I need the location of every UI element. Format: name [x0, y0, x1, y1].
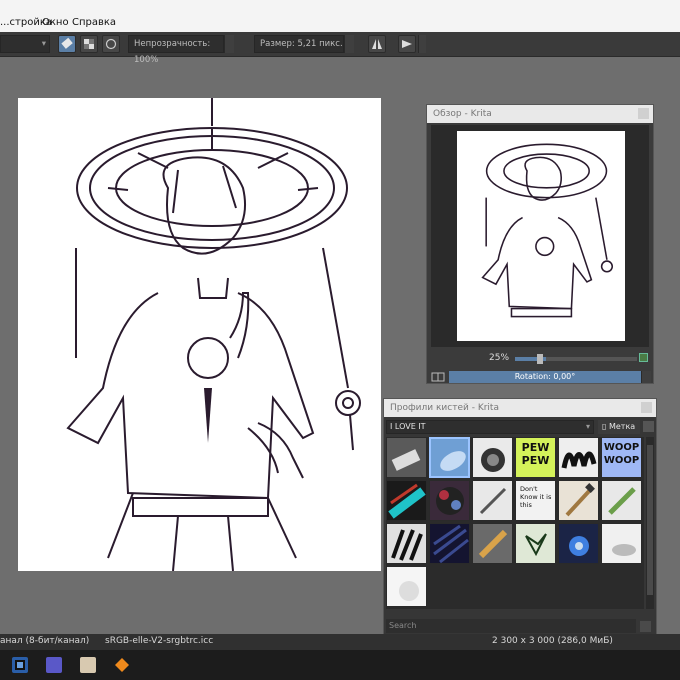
overview-thumbnail: [457, 131, 625, 341]
preset-eraser[interactable]: [386, 437, 427, 478]
preset-texture-blot[interactable]: [429, 480, 470, 521]
preset-green-marker[interactable]: [601, 480, 642, 521]
mirror-icon: [372, 39, 382, 49]
eraser-icon: [61, 37, 73, 49]
tag-select[interactable]: I LOVE IT ▾: [386, 420, 594, 434]
preset-handwritten-text: Don't Know it is this: [520, 485, 552, 509]
mirror-horizontal-button[interactable]: [368, 35, 386, 53]
mirror-view-icon[interactable]: [431, 371, 445, 383]
teams-icon[interactable]: [46, 657, 62, 673]
preset-dark-strokes[interactable]: [386, 523, 427, 564]
preset-basic-fill-selected[interactable]: [429, 437, 470, 478]
menubar: ...стройка Окно Справка: [0, 0, 680, 32]
save-icon[interactable]: [640, 621, 651, 632]
preset-grid: PEW PEW WOOP WOOP Don't Know it is this: [386, 437, 644, 609]
color-profile-info: sRGB-elle-V2-srgbtrc.icc: [105, 636, 214, 646]
tool-options-bar: ▾ Непрозрачность: 100% Размер: 5,21 пикс…: [0, 32, 680, 65]
mirror-options-dropdown[interactable]: [418, 35, 426, 53]
preset-teal-stroke[interactable]: [386, 480, 427, 521]
preset-handwritten[interactable]: Don't Know it is this: [515, 480, 556, 521]
preset-blue-glow[interactable]: [558, 523, 599, 564]
overview-thumbnail-art: [481, 143, 614, 318]
opacity-spinner[interactable]: [224, 35, 234, 53]
preset-pew-pew-text: PEW PEW: [521, 441, 550, 467]
tag-button-label: Метка: [608, 422, 636, 431]
preset-search-placeholder: Search: [389, 621, 417, 630]
preset-search-input[interactable]: Search: [386, 619, 636, 633]
image-size-info: 2 300 x 3 000 (286,0 МиБ): [492, 636, 613, 646]
size-label: Размер: 5,21 пикс.: [260, 39, 343, 49]
rotation-label: Rotation: 0,00°: [514, 372, 576, 381]
overview-title-text: Обзор - Krita: [433, 109, 492, 119]
view-menu-icon[interactable]: [643, 421, 654, 432]
brushes-title: Профили кистей - Krita: [384, 399, 656, 417]
preset-green-check[interactable]: [515, 523, 556, 564]
preserve-alpha-button[interactable]: [80, 35, 98, 53]
chevron-down-icon: ▾: [585, 422, 590, 431]
preset-pew-pew[interactable]: PEW PEW: [515, 437, 556, 478]
opacity-label: Непрозрачность: 100%: [134, 39, 211, 65]
preset-brush-tool[interactable]: [558, 480, 599, 521]
overview-docker: Обзор - Krita 25% Rotation: 0,00°: [426, 104, 654, 384]
mirror-vertical-icon: [402, 40, 412, 48]
tag-icon: ▯: [602, 422, 607, 431]
chevron-down-icon: ▾: [41, 39, 46, 49]
preset-ink-scribble[interactable]: [558, 437, 599, 478]
zoom-slider[interactable]: [515, 354, 637, 364]
taskbar: [0, 650, 680, 680]
preset-airbrush[interactable]: [472, 437, 513, 478]
brush-blend-mode-select[interactable]: ▾: [0, 35, 50, 53]
preset-pencil[interactable]: [472, 480, 513, 521]
preset-scrollbar-thumb[interactable]: [647, 445, 653, 595]
drawing-canvas[interactable]: [18, 98, 381, 572]
menu-help[interactable]: Справка: [72, 17, 116, 28]
checker-icon: [84, 39, 94, 49]
rotation-slider[interactable]: Rotation: 0,00°: [449, 371, 641, 383]
overview-viewport[interactable]: [431, 125, 649, 347]
close-icon[interactable]: [638, 108, 649, 119]
tag-selected-label: I LOVE IT: [390, 422, 426, 431]
tag-button[interactable]: ▯ Метка: [598, 420, 640, 434]
rotation-spinner[interactable]: [641, 371, 651, 383]
color-channel-info: анал (8-бит/канал): [0, 636, 90, 646]
brushes-title-text: Профили кистей - Krita: [390, 403, 499, 413]
fit-view-icon[interactable]: [639, 353, 648, 362]
size-slider[interactable]: Размер: 5,21 пикс.: [254, 35, 344, 53]
preset-soft-blend[interactable]: [601, 523, 642, 564]
game-launcher-icon[interactable]: [80, 657, 96, 673]
preset-gold-pen[interactable]: [472, 523, 513, 564]
menu-window[interactable]: Окно: [42, 17, 69, 28]
overview-title: Обзор - Krita: [427, 105, 653, 123]
mirror-vertical-button[interactable]: [398, 35, 416, 53]
reload-icon: [105, 38, 117, 50]
close-icon[interactable]: [641, 402, 652, 413]
preset-night-texture[interactable]: [429, 523, 470, 564]
preset-scrollbar[interactable]: [646, 437, 654, 609]
line-art-drawing: [66, 98, 361, 572]
reload-preset-button[interactable]: [102, 35, 120, 53]
zoom-label: 25%: [489, 353, 510, 363]
status-bar: анал (8-бит/канал) sRGB-elle-V2-srgbtrc.…: [0, 634, 680, 650]
size-spinner[interactable]: [344, 35, 354, 53]
zoom-slider-handle[interactable]: [537, 354, 543, 364]
eraser-mode-button[interactable]: [58, 35, 76, 53]
film-icon[interactable]: [12, 657, 28, 673]
opacity-slider[interactable]: Непрозрачность: 100%: [128, 35, 224, 65]
preset-soft-round[interactable]: [386, 566, 427, 607]
preset-woop-woop-text: WOOP WOOP: [603, 442, 640, 466]
preset-woop-woop[interactable]: WOOP WOOP: [601, 437, 642, 478]
sublime-icon[interactable]: [114, 657, 130, 673]
brush-presets-docker: Профили кистей - Krita I LOVE IT ▾ ▯ Мет…: [383, 398, 657, 636]
